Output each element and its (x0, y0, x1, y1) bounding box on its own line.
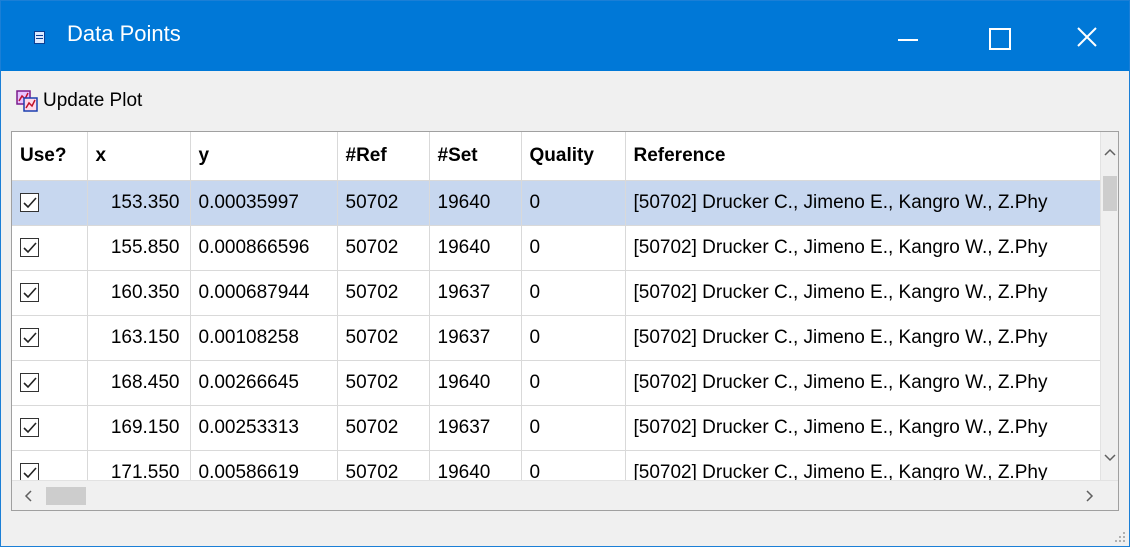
y-value[interactable]: 0.00266645 (190, 360, 338, 406)
column-header-ref[interactable]: #Ref (337, 132, 430, 181)
data-points-grid[interactable]: Use? x y #Ref #Set Quality Reference 153… (11, 131, 1119, 511)
checkmark-icon (23, 422, 37, 434)
x-value[interactable]: 168.450 (87, 360, 191, 406)
use-cell (12, 405, 88, 451)
horizontal-scrollbar[interactable] (12, 480, 1118, 510)
reference-value[interactable]: [50702] Drucker C., Jimeno E., Kangro W.… (625, 360, 1101, 406)
use-checkbox[interactable] (20, 327, 39, 347)
use-checkbox[interactable] (20, 192, 39, 212)
reference-value[interactable]: [50702] Drucker C., Jimeno E., Kangro W.… (625, 270, 1101, 316)
ref-value[interactable]: 50702 (337, 180, 430, 226)
vertical-scroll-thumb[interactable] (1103, 176, 1117, 211)
reference-value[interactable]: [50702] Drucker C., Jimeno E., Kangro W.… (625, 180, 1101, 226)
column-header-quality[interactable]: Quality (521, 132, 626, 181)
checkmark-icon (23, 242, 37, 254)
set-value[interactable]: 19640 (429, 180, 522, 226)
update-plot-button[interactable]: Update Plot (16, 87, 142, 115)
column-header-x[interactable]: x (87, 132, 191, 181)
quality-value[interactable]: 0 (521, 360, 626, 406)
table-row[interactable]: 169.150 0.00253313 50702 19637 0 [50702] Druc… (12, 405, 1101, 451)
toolbar: Update Plot (1, 71, 1129, 129)
horizontal-scroll-thumb[interactable] (46, 487, 86, 505)
y-value[interactable]: 0.00253313 (190, 405, 338, 451)
column-header-y[interactable]: y (190, 132, 338, 181)
scroll-right-icon[interactable] (1082, 489, 1096, 503)
x-value[interactable]: 163.150 (87, 315, 191, 361)
ref-value[interactable]: 50702 (337, 225, 430, 271)
use-checkbox[interactable] (20, 237, 39, 257)
checkmark-icon (23, 197, 37, 209)
use-checkbox[interactable] (20, 417, 39, 437)
plot-update-icon (16, 89, 38, 112)
set-value[interactable]: 19637 (429, 405, 522, 451)
title-bar[interactable]: Data Points (1, 1, 1129, 71)
checkmark-icon (23, 332, 37, 344)
reference-value[interactable]: [50702] Drucker C., Jimeno E., Kangro W.… (625, 405, 1101, 451)
ref-value[interactable]: 50702 (337, 315, 430, 361)
column-header-use[interactable]: Use? (12, 132, 88, 181)
app-window-icon (34, 31, 45, 44)
x-value[interactable]: 155.850 (87, 225, 191, 271)
reference-value[interactable]: [50702] Drucker C., Jimeno E., Kangro W.… (625, 315, 1101, 361)
data-table: Use? x y #Ref #Set Quality Reference 153… (12, 132, 1101, 496)
use-cell (12, 225, 88, 271)
close-button[interactable] (1043, 1, 1129, 71)
window-title: Data Points (67, 21, 181, 46)
checkmark-icon (23, 467, 37, 479)
quality-value[interactable]: 0 (521, 225, 626, 271)
checkmark-icon (23, 377, 37, 389)
minimize-button[interactable] (863, 1, 953, 71)
quality-value[interactable]: 0 (521, 315, 626, 361)
column-header-set[interactable]: #Set (429, 132, 522, 181)
x-value[interactable]: 160.350 (87, 270, 191, 316)
quality-value[interactable]: 0 (521, 270, 626, 316)
ref-value[interactable]: 50702 (337, 405, 430, 451)
close-icon (1077, 27, 1097, 47)
scroll-left-icon[interactable] (22, 489, 36, 503)
set-value[interactable]: 19637 (429, 270, 522, 316)
y-value[interactable]: 0.000866596 (190, 225, 338, 271)
column-header-reference[interactable]: Reference (625, 132, 1101, 181)
data-points-window: Data Points Update Plot Use? x y #Ref #S… (0, 0, 1130, 547)
quality-value[interactable]: 0 (521, 405, 626, 451)
set-value[interactable]: 19637 (429, 315, 522, 361)
use-cell (12, 360, 88, 406)
ref-value[interactable]: 50702 (337, 360, 430, 406)
y-value[interactable]: 0.000687944 (190, 270, 338, 316)
scroll-down-icon[interactable] (1103, 450, 1117, 464)
header-row: Use? x y #Ref #Set Quality Reference (12, 132, 1101, 181)
y-value[interactable]: 0.00035997 (190, 180, 338, 226)
set-value[interactable]: 19640 (429, 360, 522, 406)
table-row[interactable]: 153.350 0.00035997 50702 19640 0 [50702] Druc… (12, 180, 1101, 226)
table-row[interactable]: 160.350 0.000687944 50702 19637 0 [50702] Dru… (12, 270, 1101, 316)
update-plot-label: Update Plot (43, 90, 143, 111)
y-value[interactable]: 0.00108258 (190, 315, 338, 361)
x-value[interactable]: 169.150 (87, 405, 191, 451)
quality-value[interactable]: 0 (521, 180, 626, 226)
use-cell (12, 315, 88, 361)
use-checkbox[interactable] (20, 372, 39, 392)
checkmark-icon (23, 287, 37, 299)
use-checkbox[interactable] (20, 282, 39, 302)
resize-grip-icon[interactable] (1112, 529, 1126, 543)
x-value[interactable]: 153.350 (87, 180, 191, 226)
vertical-scrollbar[interactable] (1100, 132, 1118, 482)
table-row[interactable]: 163.150 0.00108258 50702 19637 0 [50702] Druc… (12, 315, 1101, 361)
scroll-up-icon[interactable] (1103, 146, 1117, 160)
reference-value[interactable]: [50702] Drucker C., Jimeno E., Kangro W.… (625, 225, 1101, 271)
set-value[interactable]: 19640 (429, 225, 522, 271)
use-cell (12, 270, 88, 316)
use-cell (12, 180, 88, 226)
maximize-button[interactable] (953, 1, 1043, 71)
table-row[interactable]: 168.450 0.00266645 50702 19640 0 [50702] Druc… (12, 360, 1101, 406)
ref-value[interactable]: 50702 (337, 270, 430, 316)
table-row[interactable]: 155.850 0.000866596 50702 19640 0 [50702] Dru… (12, 225, 1101, 271)
